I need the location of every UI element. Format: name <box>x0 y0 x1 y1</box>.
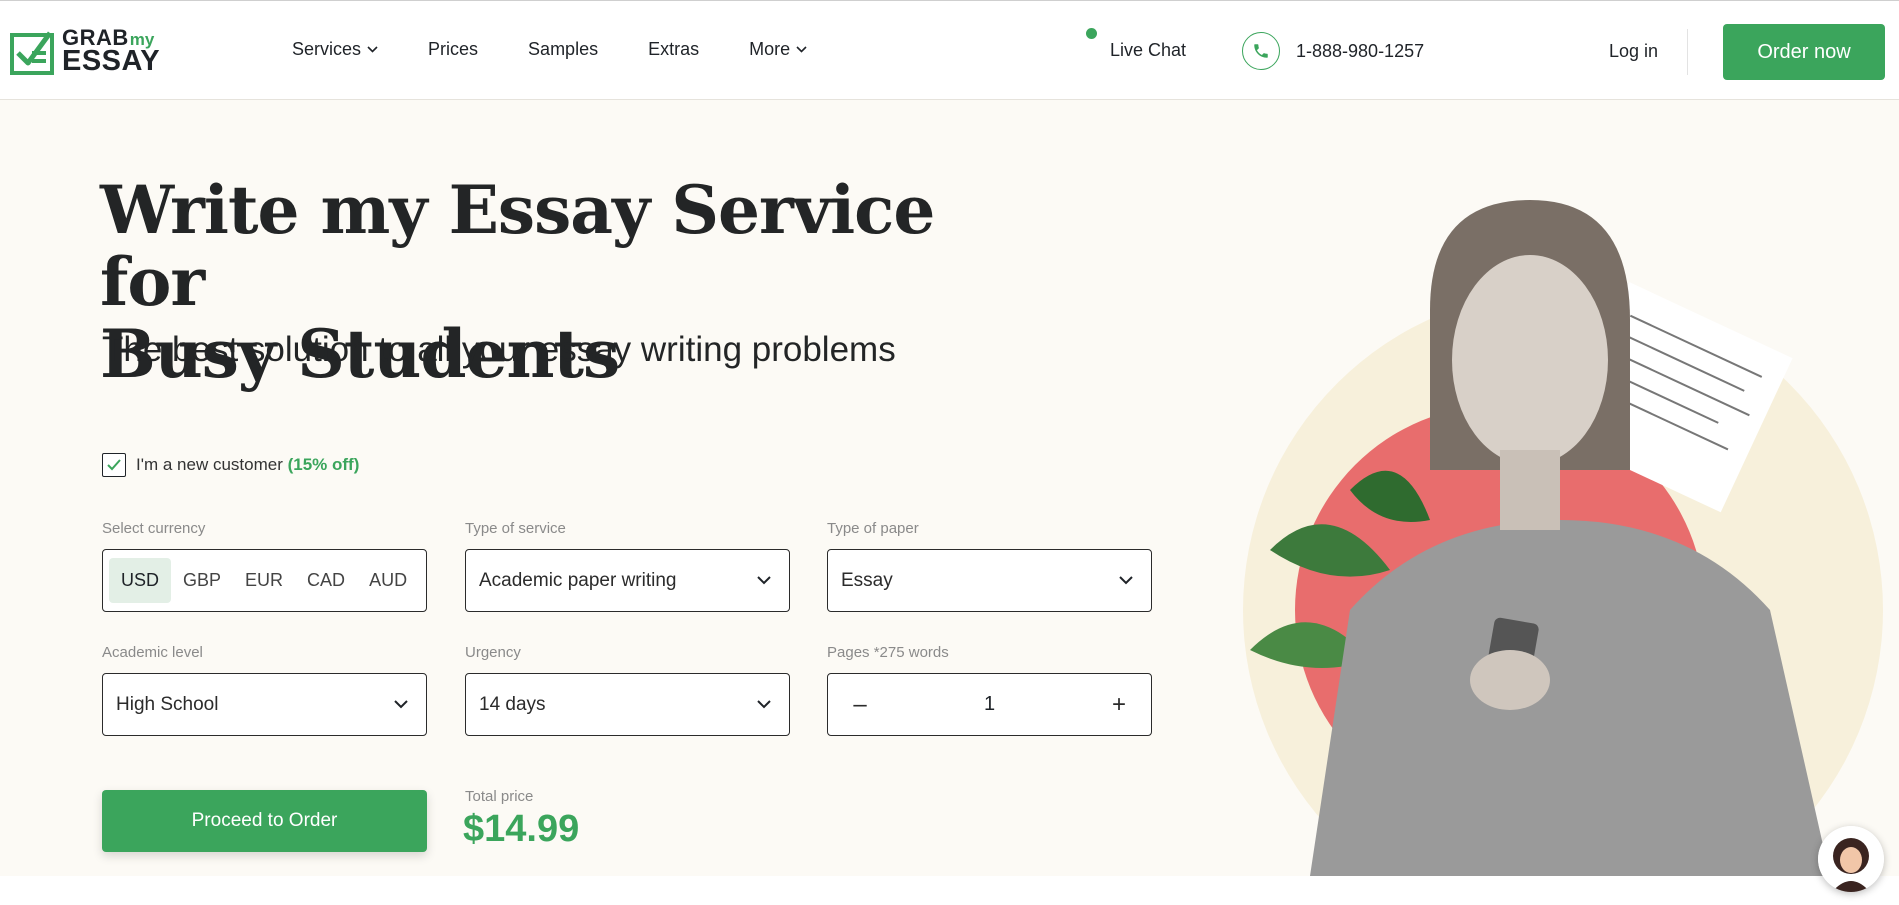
urgency-value: 14 days <box>479 693 546 715</box>
chat-agent-avatar <box>1818 826 1884 892</box>
phone-number-link[interactable]: 1-888-980-1257 <box>1296 41 1424 62</box>
page-subtitle: The best solution to all your essay writ… <box>102 330 896 369</box>
academic-level-label: Academic level <box>102 644 203 661</box>
pages-stepper: – 1 + <box>827 673 1152 736</box>
currency-eur[interactable]: EUR <box>233 558 295 603</box>
total-price-value: $14.99 <box>463 808 580 850</box>
academic-level-select[interactable]: High School <box>102 673 427 736</box>
nav-more-label: More <box>749 39 791 59</box>
page-bottom-strip <box>0 876 1899 905</box>
chevron-down-icon <box>757 700 771 709</box>
currency-cad[interactable]: CAD <box>295 558 357 603</box>
pages-decrease-button[interactable]: – <box>848 691 872 719</box>
check-icon <box>107 459 121 471</box>
chevron-down-icon <box>1119 576 1133 585</box>
logo-mark-icon <box>10 31 54 75</box>
nav-prices[interactable]: Prices <box>428 39 478 60</box>
page-title-line1: Write my Essay Service for <box>100 171 935 321</box>
hero-student-image <box>1243 200 1883 876</box>
chevron-down-icon <box>757 576 771 585</box>
new-customer-text: I'm a new customer <box>136 455 283 474</box>
academic-level-value: High School <box>116 693 219 715</box>
nav-more[interactable]: More <box>749 39 807 60</box>
currency-gbp[interactable]: GBP <box>171 558 233 603</box>
logo[interactable]: GRABmy ESSAY <box>10 27 160 76</box>
new-customer-label: I'm a new customer (15% off) <box>136 455 359 475</box>
total-price-label: Total price <box>465 788 534 805</box>
pages-increase-button[interactable]: + <box>1107 691 1131 719</box>
online-status-dot <box>1086 28 1097 39</box>
new-customer-checkbox[interactable] <box>102 453 126 477</box>
proceed-to-order-button[interactable]: Proceed to Order <box>102 790 427 852</box>
chat-avatar-icon[interactable] <box>1818 826 1884 892</box>
pages-value[interactable]: 1 <box>984 693 995 716</box>
new-customer-option[interactable]: I'm a new customer (15% off) <box>102 453 359 477</box>
paper-type-value: Essay <box>841 569 893 591</box>
chevron-down-icon <box>367 46 378 53</box>
nav-samples-label: Samples <box>528 39 599 59</box>
nav-extras[interactable]: Extras <box>648 39 699 60</box>
logo-text: GRABmy ESSAY <box>62 27 160 76</box>
logo-essay: ESSAY <box>62 45 161 77</box>
service-type-label: Type of service <box>465 520 566 537</box>
phone-icon[interactable] <box>1242 32 1280 70</box>
currency-usd[interactable]: USD <box>109 558 172 603</box>
discount-text: (15% off) <box>287 455 360 474</box>
main-nav: Services Prices Samples Extras More <box>292 39 857 60</box>
phone-glyph <box>1254 44 1268 58</box>
paper-type-label: Type of paper <box>827 520 919 537</box>
header-divider <box>1687 29 1688 75</box>
currency-label: Select currency <box>102 520 206 537</box>
urgency-label: Urgency <box>465 644 521 661</box>
nav-extras-label: Extras <box>648 39 700 59</box>
nav-services-label: Services <box>292 39 362 59</box>
currency-aud[interactable]: AUD <box>357 558 419 603</box>
nav-prices-label: Prices <box>428 39 479 59</box>
live-chat-link[interactable]: Live Chat <box>1110 40 1186 61</box>
nav-services[interactable]: Services <box>292 39 378 60</box>
order-now-button[interactable]: Order now <box>1723 24 1885 80</box>
site-header: GRABmy ESSAY Services Prices Samples Ext… <box>0 0 1899 100</box>
nav-samples[interactable]: Samples <box>528 39 598 60</box>
chevron-down-icon <box>394 700 408 709</box>
currency-selector: USD GBP EUR CAD AUD <box>102 549 427 612</box>
login-link[interactable]: Log in <box>1609 41 1658 62</box>
chevron-down-icon <box>796 46 807 53</box>
service-type-select[interactable]: Academic paper writing <box>465 549 790 612</box>
service-type-value: Academic paper writing <box>479 569 677 591</box>
urgency-select[interactable]: 14 days <box>465 673 790 736</box>
paper-type-select[interactable]: Essay <box>827 549 1152 612</box>
pages-label: Pages *275 words <box>827 644 949 661</box>
